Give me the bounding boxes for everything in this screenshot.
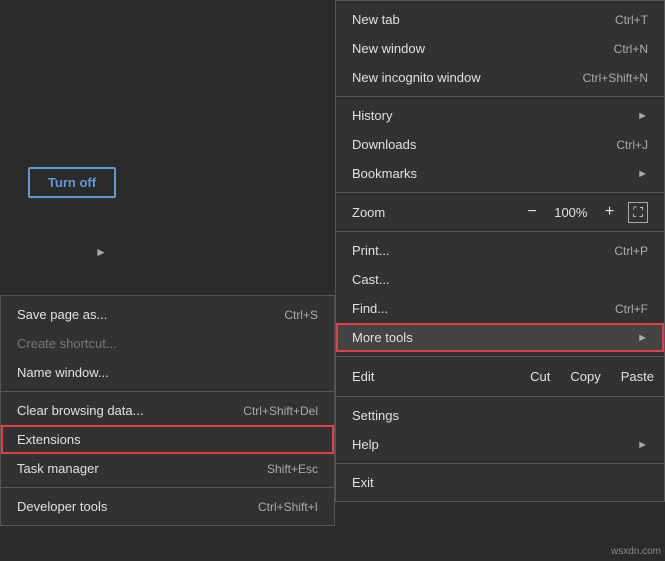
fullscreen-button[interactable]: ⛶	[628, 202, 648, 223]
menu-item-create-shortcut-label: Create shortcut...	[17, 336, 117, 351]
menu-item-more-tools-label: More tools	[352, 330, 413, 345]
menu-item-new-window[interactable]: New window Ctrl+N	[336, 34, 664, 63]
paste-button[interactable]: Paste	[611, 365, 664, 388]
chevron-right-icon: ►	[637, 439, 648, 451]
menu-item-new-incognito-shortcut: Ctrl+Shift+N	[583, 71, 648, 85]
menu-item-clear-browsing[interactable]: Clear browsing data... Ctrl+Shift+Del	[1, 396, 334, 425]
menu-item-cast-label: Cast...	[352, 272, 390, 287]
menu-item-help[interactable]: Help ►	[336, 430, 664, 459]
menu-item-name-window[interactable]: Name window...	[1, 358, 334, 387]
separator	[336, 231, 664, 232]
menu-item-help-label: Help	[352, 437, 379, 452]
menu-item-task-manager-label: Task manager	[17, 461, 99, 476]
turn-off-button[interactable]: Turn off	[28, 167, 116, 198]
menu-item-new-tab[interactable]: New tab Ctrl+T	[336, 5, 664, 34]
menu-item-downloads[interactable]: Downloads Ctrl+J	[336, 130, 664, 159]
menu-item-developer-tools-label: Developer tools	[17, 499, 107, 514]
separator	[1, 487, 334, 488]
zoom-row: Zoom − 100% + ⛶	[336, 197, 664, 227]
menu-item-new-incognito-label: New incognito window	[352, 70, 481, 85]
menu-item-bookmarks[interactable]: Bookmarks ►	[336, 159, 664, 188]
copy-button[interactable]: Copy	[560, 365, 610, 388]
zoom-value: 100%	[551, 205, 591, 220]
menu-item-bookmarks-label: Bookmarks	[352, 166, 417, 181]
menu-item-developer-tools-shortcut: Ctrl+Shift+I	[258, 500, 318, 514]
right-context-menu: New tab Ctrl+T New window Ctrl+N New inc…	[335, 0, 665, 502]
menu-item-more-tools[interactable]: More tools ►	[336, 323, 664, 352]
menu-item-find[interactable]: Find... Ctrl+F	[336, 294, 664, 323]
left-context-menu: Save page as... Ctrl+S Create shortcut..…	[0, 295, 335, 526]
menu-item-extensions-label: Extensions	[17, 432, 81, 447]
menu-item-new-tab-shortcut: Ctrl+T	[615, 13, 648, 27]
menu-item-extensions[interactable]: Extensions	[1, 425, 334, 454]
separator	[336, 396, 664, 397]
menu-item-new-incognito[interactable]: New incognito window Ctrl+Shift+N	[336, 63, 664, 92]
menu-item-find-label: Find...	[352, 301, 388, 316]
chevron-right-icon: ►	[637, 332, 648, 344]
turn-off-area: Turn off	[7, 155, 137, 210]
separator	[336, 356, 664, 357]
menu-item-clear-browsing-shortcut: Ctrl+Shift+Del	[243, 404, 318, 418]
menu-item-developer-tools[interactable]: Developer tools Ctrl+Shift+I	[1, 492, 334, 521]
menu-item-exit-label: Exit	[352, 475, 374, 490]
watermark: wsxdn.com	[611, 546, 661, 557]
menu-item-clear-browsing-label: Clear browsing data...	[17, 403, 143, 418]
menu-item-downloads-shortcut: Ctrl+J	[616, 138, 648, 152]
menu-item-create-shortcut: Create shortcut...	[1, 329, 334, 358]
edit-label: Edit	[336, 365, 520, 388]
menu-item-new-window-shortcut: Ctrl+N	[614, 42, 648, 56]
menu-item-task-manager[interactable]: Task manager Shift+Esc	[1, 454, 334, 483]
chevron-right-icon: ►	[637, 168, 648, 180]
separator	[336, 96, 664, 97]
menu-item-save-page[interactable]: Save page as... Ctrl+S	[1, 300, 334, 329]
cut-button[interactable]: Cut	[520, 365, 560, 388]
separator	[336, 463, 664, 464]
separator	[1, 391, 334, 392]
submenu-arrow: ►	[95, 245, 107, 259]
menu-item-print-label: Print...	[352, 243, 390, 258]
menu-item-task-manager-shortcut: Shift+Esc	[267, 462, 318, 476]
menu-item-exit[interactable]: Exit	[336, 468, 664, 497]
menu-item-downloads-label: Downloads	[352, 137, 416, 152]
menu-item-save-page-shortcut: Ctrl+S	[284, 308, 318, 322]
menu-item-new-window-label: New window	[352, 41, 425, 56]
zoom-label: Zoom	[352, 205, 514, 220]
menu-item-history[interactable]: History ►	[336, 101, 664, 130]
menu-item-settings[interactable]: Settings	[336, 401, 664, 430]
zoom-plus-button[interactable]: +	[599, 201, 620, 223]
menu-item-print[interactable]: Print... Ctrl+P	[336, 236, 664, 265]
menu-item-settings-label: Settings	[352, 408, 399, 423]
menu-item-save-page-label: Save page as...	[17, 307, 107, 322]
menu-item-find-shortcut: Ctrl+F	[615, 302, 648, 316]
menu-item-new-tab-label: New tab	[352, 12, 400, 27]
menu-item-history-label: History	[352, 108, 392, 123]
menu-item-cast[interactable]: Cast...	[336, 265, 664, 294]
menu-item-name-window-label: Name window...	[17, 365, 109, 380]
left-panel: Turn off ► Save page as... Ctrl+S Create…	[0, 0, 335, 561]
separator	[336, 192, 664, 193]
zoom-minus-button[interactable]: −	[522, 201, 543, 223]
menu-item-print-shortcut: Ctrl+P	[614, 244, 648, 258]
edit-row: Edit Cut Copy Paste	[336, 361, 664, 392]
chevron-right-icon: ►	[637, 110, 648, 122]
